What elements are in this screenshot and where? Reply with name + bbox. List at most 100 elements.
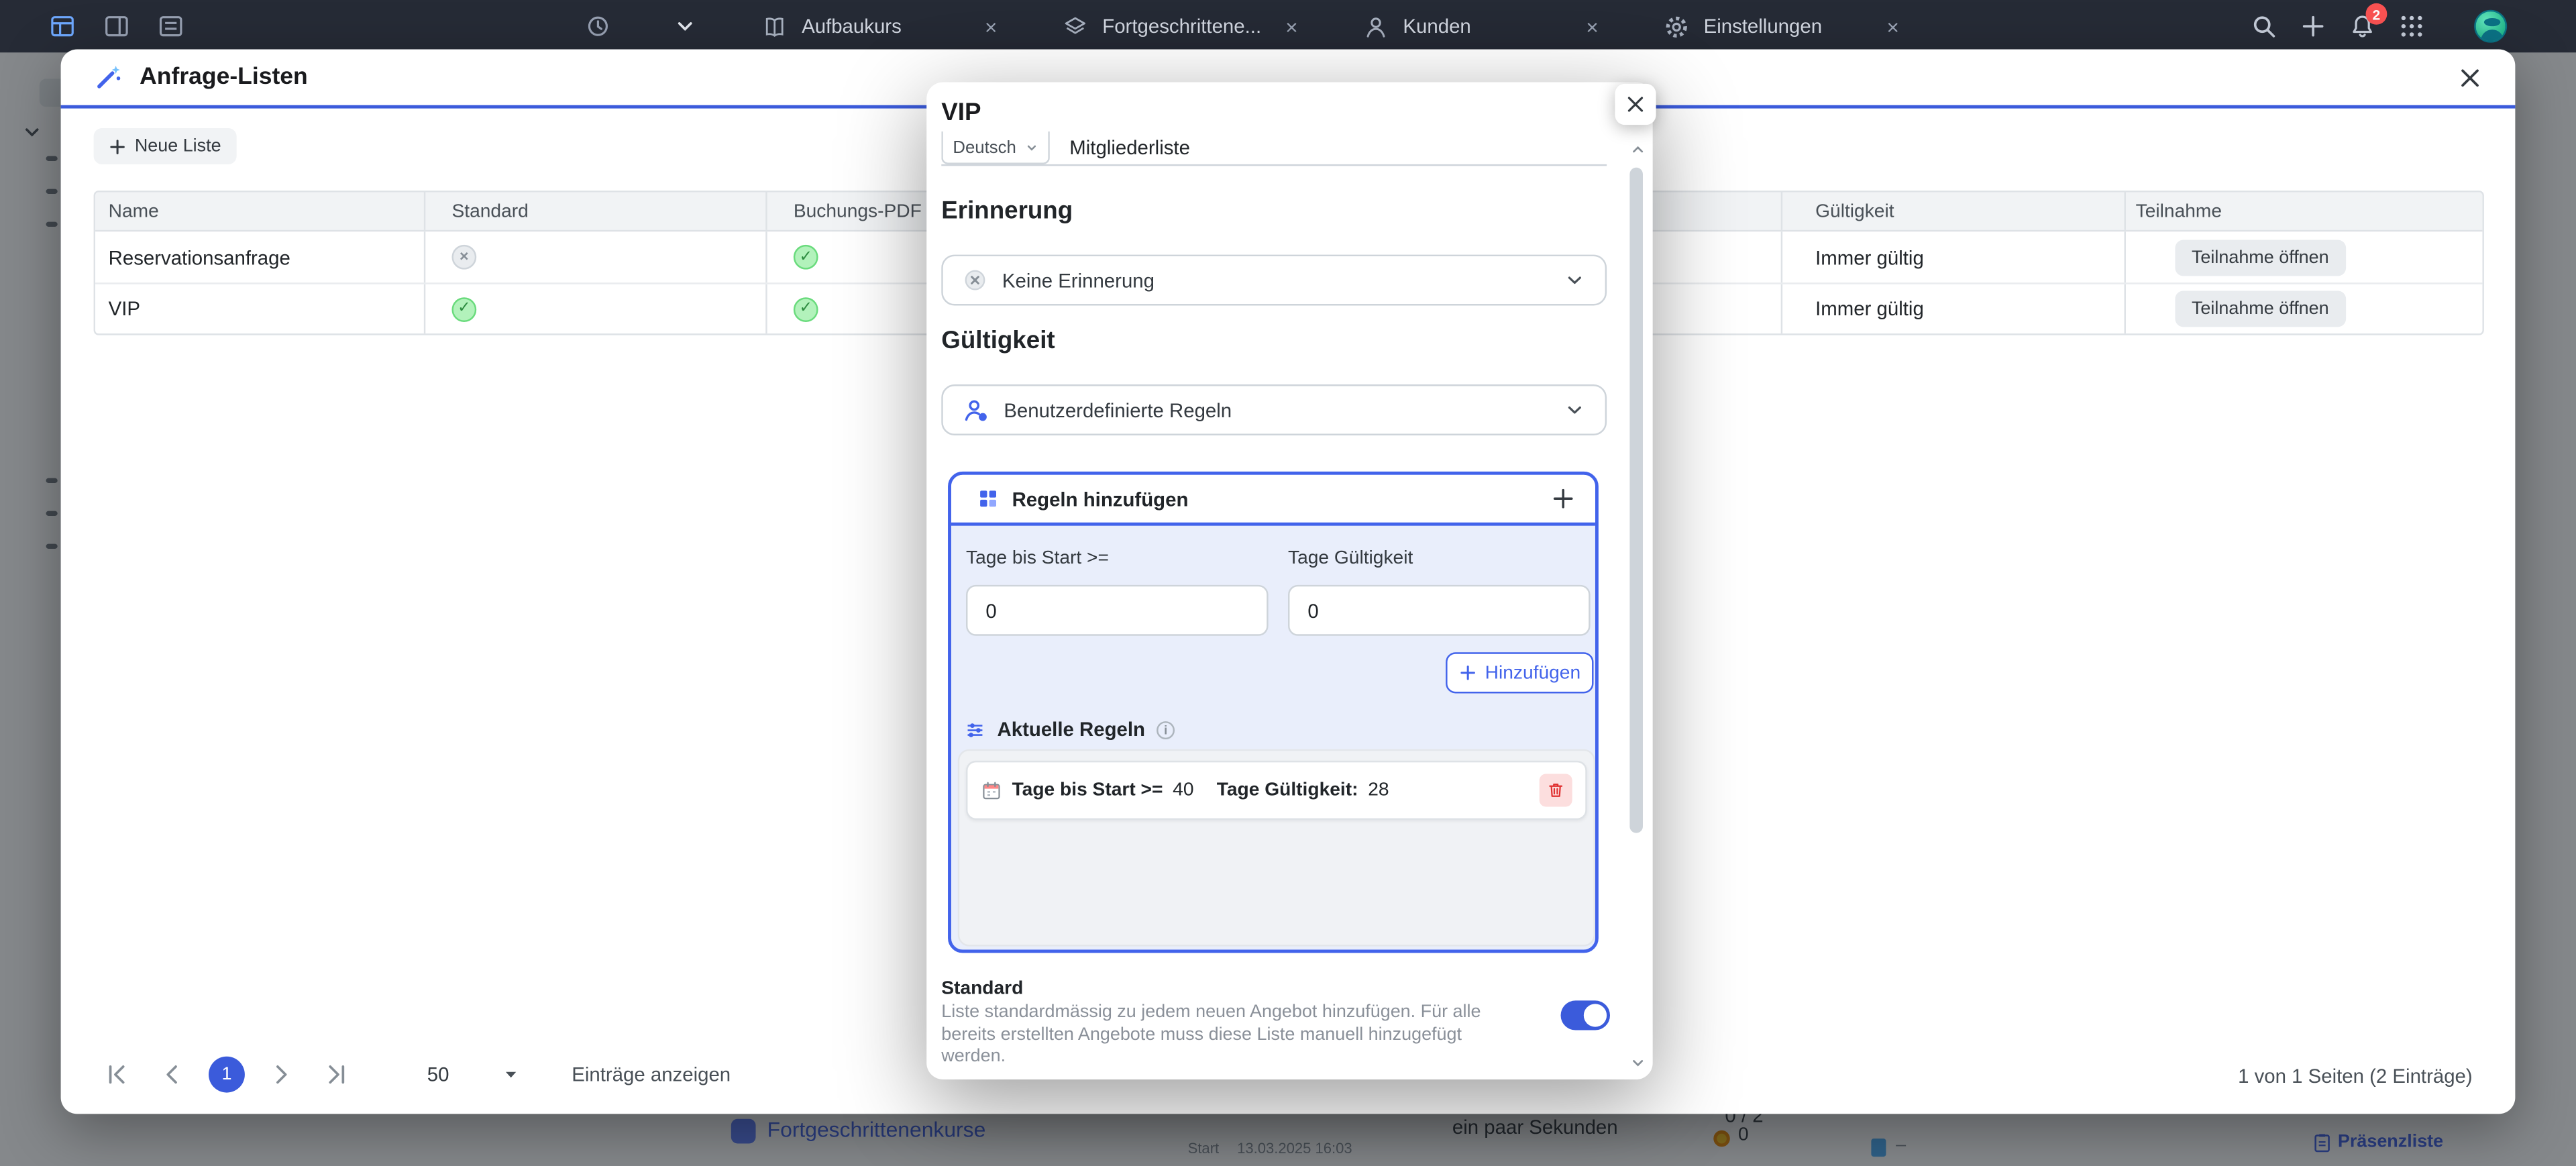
- days-validity-input[interactable]: [1288, 585, 1591, 636]
- delete-rule-button[interactable]: [1540, 774, 1572, 806]
- check-icon: ✓: [794, 297, 818, 321]
- page-size-select[interactable]: 50: [427, 1063, 519, 1085]
- list-view-icon[interactable]: [158, 13, 184, 40]
- user-rules-icon: [963, 396, 989, 423]
- open-participation-button[interactable]: Teilnahme öffnen: [2175, 290, 2345, 327]
- validity-value: Benutzerdefinierte Regeln: [1004, 399, 1232, 421]
- reminder-select[interactable]: Keine Erinnerung: [941, 255, 1607, 306]
- topbar-left-icons: [49, 0, 696, 52]
- plus-icon: [109, 137, 127, 155]
- language-select[interactable]: Deutsch: [941, 131, 1050, 164]
- rules-panel-header[interactable]: Regeln hinzufügen: [951, 475, 1595, 526]
- days-until-start-input[interactable]: [966, 585, 1269, 636]
- dialog-close-button[interactable]: [1615, 84, 1656, 125]
- modal-close-button[interactable]: [2447, 54, 2493, 101]
- page-size-label: Einträge anzeigen: [572, 1063, 731, 1085]
- current-page[interactable]: 1: [209, 1057, 245, 1093]
- tab-close-icon[interactable]: ×: [1886, 15, 1899, 37]
- calendar-icon: [981, 780, 1002, 801]
- rule-start-value: 40: [1173, 780, 1193, 800]
- current-rules-title: Aktuelle Regeln: [998, 718, 1145, 741]
- tab-label: Fortgeschrittene...: [1102, 15, 1271, 38]
- search-icon[interactable]: [2251, 13, 2277, 40]
- chevron-down-icon[interactable]: [674, 15, 696, 38]
- validity-cell: Immer gültig: [1782, 284, 2126, 333]
- rule-start-label: Tage bis Start >=: [1012, 780, 1163, 800]
- list-name-input[interactable]: Mitgliederliste: [1069, 131, 1190, 164]
- reminder-value: Keine Erinnerung: [1002, 268, 1155, 291]
- tab-kunden[interactable]: Kunden ×: [1340, 0, 1641, 52]
- split-view-icon[interactable]: [103, 13, 129, 40]
- tab-einstellungen[interactable]: Einstellungen ×: [1642, 0, 1942, 52]
- days-validity-label: Tage Gültigkeit: [1288, 549, 1413, 568]
- course-icon: [762, 14, 787, 39]
- first-page-icon: [103, 1061, 129, 1088]
- add-rule-button[interactable]: Hinzufügen: [1446, 652, 1593, 693]
- list-name-cell: VIP: [95, 284, 425, 333]
- close-icon: [1625, 94, 1646, 115]
- check-icon: ✓: [451, 297, 476, 321]
- pagination-summary: 1 von 1 Seiten (2 Einträge): [2238, 1065, 2473, 1088]
- column-header-teilnahme: Teilnahme: [2126, 193, 2482, 230]
- topbar: Aufbaukurs × Fortgeschrittene... × Kunde…: [0, 0, 2576, 52]
- blocks-icon: [977, 488, 999, 509]
- list-name-row: Deutsch Mitgliederliste: [941, 131, 1607, 166]
- add-rule-label: Hinzufügen: [1485, 663, 1581, 682]
- gear-icon: [1664, 14, 1689, 39]
- plus-icon[interactable]: [1551, 486, 1576, 511]
- scrollbar-thumb[interactable]: [1629, 168, 1643, 833]
- sliders-icon: [965, 719, 986, 740]
- standard-heading: Standard: [941, 979, 1023, 999]
- clock-icon[interactable]: [585, 13, 611, 40]
- apps-grid-icon[interactable]: [2399, 13, 2425, 40]
- tab-close-icon[interactable]: ×: [1586, 15, 1599, 37]
- notifications-button[interactable]: 2: [2349, 13, 2375, 40]
- tab-strip: Aufbaukurs × Fortgeschrittene... × Kunde…: [739, 0, 1942, 52]
- avatar[interactable]: [2474, 10, 2507, 43]
- chevron-right-icon: [268, 1061, 294, 1088]
- rule-validity-label: Tage Gültigkeit:: [1217, 780, 1358, 800]
- info-icon[interactable]: i: [1157, 721, 1175, 739]
- next-page-button[interactable]: [261, 1055, 301, 1094]
- vip-dialog: VIP Deutsch Mitgliederliste Erinnerung K…: [926, 82, 1652, 1079]
- scroll-down-icon[interactable]: [1629, 1055, 1646, 1071]
- column-header-gueltigkeit: Gültigkeit: [1782, 193, 2126, 230]
- rule-validity-value: 28: [1368, 780, 1389, 800]
- tab-fortgeschrittene[interactable]: Fortgeschrittene... ×: [1040, 0, 1340, 52]
- chevron-down-icon: [1564, 270, 1585, 291]
- tab-close-icon[interactable]: ×: [985, 15, 998, 37]
- current-rules-header: Aktuelle Regeln i: [965, 718, 1175, 741]
- section-heading-gueltigkeit: Gültigkeit: [941, 327, 1055, 355]
- tab-aufbaukurs[interactable]: Aufbaukurs ×: [739, 0, 1040, 52]
- validity-select[interactable]: Benutzerdefinierte Regeln: [941, 384, 1607, 435]
- rule-item: Tage bis Start >= 40 Tage Gültigkeit: 28: [966, 761, 1587, 820]
- cross-icon: ×: [451, 245, 476, 270]
- prev-page-button[interactable]: [153, 1055, 193, 1094]
- add-icon[interactable]: [2300, 13, 2326, 40]
- last-page-button[interactable]: [317, 1055, 357, 1094]
- screen: Fortgeschrittenenkurse Start 13.03.2025 …: [0, 0, 2576, 1166]
- caret-down-icon: [502, 1066, 519, 1082]
- standard-description: Liste standardmässig zu jedem neuen Ange…: [941, 1002, 1519, 1069]
- last-page-icon: [323, 1061, 350, 1088]
- window-grid-icon[interactable]: [49, 13, 75, 40]
- close-icon: [2457, 65, 2481, 90]
- page-title: Anfrage-Listen: [140, 64, 308, 91]
- plus-icon: [1458, 664, 1477, 682]
- course-icon: [1063, 14, 1087, 39]
- tab-close-icon[interactable]: ×: [1285, 15, 1298, 37]
- first-page-button[interactable]: [97, 1055, 136, 1094]
- chevron-down-icon: [1564, 399, 1585, 421]
- new-list-button[interactable]: Neue Liste: [94, 128, 236, 164]
- tab-label: Aufbaukurs: [802, 15, 970, 38]
- tab-label: Einstellungen: [1704, 15, 1872, 38]
- column-header-standard: Standard: [425, 193, 767, 230]
- pagination: 1 50 Einträge anzeigen: [97, 1055, 731, 1094]
- standard-toggle[interactable]: [1561, 1000, 1610, 1030]
- custom-rules-panel: Regeln hinzufügen Tage bis Start >= Tage…: [948, 472, 1599, 953]
- scroll-up-icon[interactable]: [1629, 142, 1646, 158]
- open-participation-button[interactable]: Teilnahme öffnen: [2175, 239, 2345, 275]
- validity-cell: Immer gültig: [1782, 231, 2126, 282]
- list-name-cell: Reservationsanfrage: [95, 231, 425, 282]
- check-icon: ✓: [794, 245, 818, 270]
